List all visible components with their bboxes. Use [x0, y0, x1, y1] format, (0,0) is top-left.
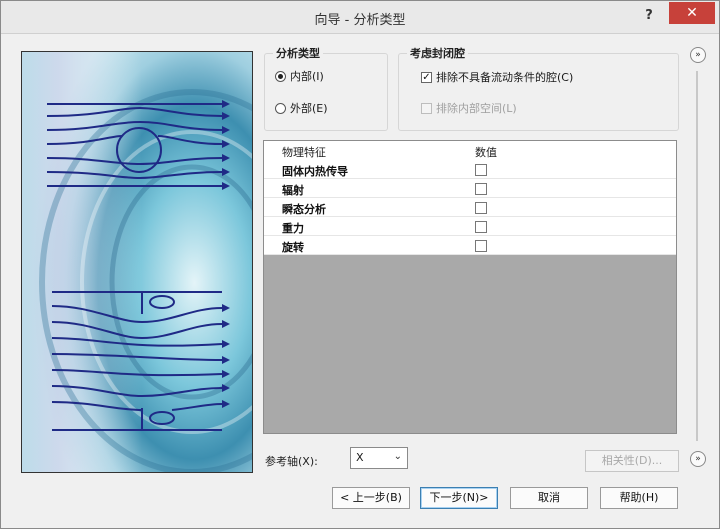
physics-table: 物理特征 数值 固体内热传导 辐射 瞬态分析 重力 旋转: [263, 140, 677, 434]
expand-bottom-button[interactable]: »: [690, 451, 706, 467]
title-bar: 向导 - 分析类型 ? ✕: [1, 1, 719, 34]
row-label: 固体内热传导: [282, 165, 348, 178]
exclude-internal-space-label: 排除内部空间(L): [436, 102, 517, 115]
radio-internal[interactable]: 内部(I): [275, 68, 324, 84]
row-label: 重力: [282, 222, 304, 235]
closed-cavity-group: 考虑封闭腔 ✓ 排除不具备流动条件的腔(C) 排除内部空间(L): [398, 45, 679, 131]
exclude-internal-space-checkbox[interactable]: [421, 102, 432, 114]
flow-illustration: [21, 51, 253, 473]
radio-external-label: 外部(E): [290, 102, 328, 115]
row-checkbox[interactable]: [475, 202, 487, 214]
analysis-type-group: 分析类型 内部(I) 外部(E): [264, 45, 388, 131]
close-button[interactable]: ✕: [669, 2, 715, 24]
reference-axis-value: X: [356, 451, 364, 464]
row-checkbox[interactable]: [475, 183, 487, 195]
flow-illustration-svg: [22, 52, 252, 472]
exclude-internal-space-option[interactable]: 排除内部空间(L): [421, 100, 517, 116]
back-button[interactable]: < 上一步(B): [332, 487, 410, 509]
expand-top-button[interactable]: »: [690, 47, 706, 63]
closed-cavity-title: 考虑封闭腔: [407, 45, 468, 61]
exclude-no-flow-cavity-checkbox[interactable]: ✓: [421, 71, 432, 83]
radio-external[interactable]: 外部(E): [275, 100, 328, 116]
radio-internal-label: 内部(I): [290, 70, 324, 83]
reference-axis-select[interactable]: X ⌄: [350, 447, 408, 469]
chevron-down-icon: ⌄: [393, 451, 402, 462]
table-row-gravity[interactable]: 重力: [264, 217, 676, 236]
row-label: 瞬态分析: [282, 203, 326, 216]
row-checkbox[interactable]: [475, 240, 487, 252]
exclude-no-flow-cavity-option[interactable]: ✓ 排除不具备流动条件的腔(C): [421, 69, 573, 85]
help-title-button[interactable]: ?: [637, 7, 661, 25]
radio-external-dot[interactable]: [275, 102, 286, 114]
side-divider: [696, 71, 698, 441]
row-label: 旋转: [282, 241, 304, 254]
row-checkbox[interactable]: [475, 221, 487, 233]
window-title: 向导 - 分析类型: [314, 13, 406, 28]
column-header-value: 数值: [475, 146, 497, 159]
dependency-button[interactable]: 相关性(D)...: [585, 450, 679, 472]
wizard-window: 向导 - 分析类型 ? ✕ 分析类型 内部(I) 外部(E) 考虑封闭腔 ✓ 排…: [0, 0, 720, 529]
column-header-feature: 物理特征: [282, 146, 326, 159]
table-row-solid-conduction[interactable]: 固体内热传导: [264, 160, 676, 179]
physics-table-header: 物理特征 数值: [264, 141, 676, 161]
table-row-radiation[interactable]: 辐射: [264, 179, 676, 198]
table-row-transient[interactable]: 瞬态分析: [264, 198, 676, 217]
analysis-type-title: 分析类型: [273, 45, 323, 61]
reference-axis-label: 参考轴(X):: [265, 455, 318, 468]
exclude-no-flow-cavity-label: 排除不具备流动条件的腔(C): [436, 71, 574, 84]
next-button[interactable]: 下一步(N)>: [420, 487, 498, 509]
row-checkbox[interactable]: [475, 164, 487, 176]
radio-internal-dot[interactable]: [275, 70, 286, 82]
help-button[interactable]: 帮助(H): [600, 487, 678, 509]
table-row-rotation[interactable]: 旋转: [264, 236, 676, 255]
cancel-button[interactable]: 取消: [510, 487, 588, 509]
row-label: 辐射: [282, 184, 304, 197]
